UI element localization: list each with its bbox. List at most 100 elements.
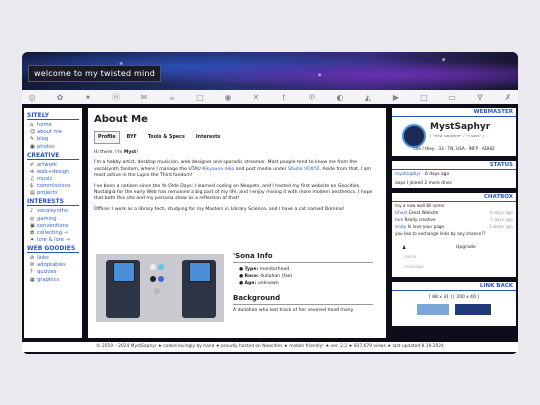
nav-icon: ☺ — [30, 129, 36, 136]
social-link-icon[interactable]: ▭ — [446, 93, 458, 102]
sidebar-item-label: lore & lore → — [37, 237, 70, 244]
sidebar-item-projects[interactable]: ▤ projects — [30, 190, 79, 196]
sidebar-item-artwork[interactable]: ✐ artwork — [30, 162, 79, 168]
sidebar-item-conventions[interactable]: ▣ conventions — [30, 223, 79, 229]
sidebar-item-blog[interactable]: ✎ blog — [30, 136, 79, 142]
sitely-heading: SITELY — [27, 112, 79, 120]
sidebar-item-label: about me — [37, 129, 62, 136]
sidebar-item-label: links — [37, 255, 49, 262]
sidebar-item-collecting--[interactable]: ✿ collecting → — [30, 230, 79, 236]
sidebar-item-label: music — [37, 175, 53, 182]
social-link-icon[interactable]: Ɐ — [474, 93, 486, 102]
social-link-icon[interactable]: ✕ — [250, 93, 262, 102]
sidebar-item-label: quizzes — [37, 269, 57, 276]
main-content: About Me Profile BYF Tools & Specs Inter… — [88, 108, 386, 338]
avatar — [402, 124, 426, 148]
site-footer: © 2019 – 2024 MystSaphyr ★ coded lovingl… — [22, 342, 518, 352]
tab-bar: Profile BYF Tools & Specs Interests — [94, 131, 380, 144]
sidebar-item-lore---lore--[interactable]: ✦ lore & lore → — [30, 237, 79, 243]
sidebar-nav: SITELY ⌂ home ☺ about me ✎ blog ▣ photos CREATI… — [24, 108, 82, 338]
sidebar-item-web+design[interactable]: ✢ web+design — [30, 169, 79, 175]
nav-icon: ✿ — [30, 229, 35, 236]
social-link-icon[interactable]: ✉ — [138, 93, 150, 102]
chat-list[interactable]: my a now wall 8il some Ghost Great Websit… — [392, 202, 516, 237]
social-link-icon[interactable]: ◎ — [26, 93, 38, 102]
sidebar-item-about-me[interactable]: ☺ about me — [30, 129, 79, 135]
name-field[interactable]: name — [404, 255, 416, 260]
tab-byf[interactable]: BYF — [123, 131, 141, 144]
sidebar-item-music[interactable]: ♫ music — [30, 176, 79, 182]
sidebar-item-label: graphics — [37, 276, 60, 283]
sidebar-item-home[interactable]: ⌂ home — [30, 122, 79, 128]
nav-icon: ▤ — [30, 190, 35, 197]
user-icon: ♟ — [402, 245, 407, 251]
sidebar-item-commissions[interactable]: $ commissions — [30, 183, 79, 189]
webmaster-name: MystSaphyr — [430, 122, 491, 132]
social-icon-bar: ◎ ✿ ✦ ⓜ ✉ ☕ ▢ ◉ ✕ t ℗ ◐ ◭ ▶ □ ▭ Ɐ ✗ — [22, 90, 518, 104]
social-link-icon[interactable]: ☕ — [166, 93, 178, 102]
sidebar-item-label: artwork — [37, 161, 57, 168]
nav-icon: ▦ — [30, 276, 35, 283]
social-link-icon[interactable]: ▢ — [194, 93, 206, 102]
upgrade-link[interactable]: Upgrade — [456, 245, 476, 250]
sidebar-item-photos[interactable]: ▣ photos — [30, 144, 79, 150]
sidebar-item-gaming[interactable]: ◎ gaming — [30, 216, 79, 222]
sidebar-item-links[interactable]: ⊘ links — [30, 255, 79, 261]
sidebar-item-vocalsynths[interactable]: ♪ vocalsynths — [30, 208, 79, 214]
nav-icon: ? — [30, 269, 33, 276]
social-link-icon[interactable]: □ — [418, 93, 430, 102]
nav-icon: ⊘ — [30, 255, 35, 262]
social-link-icon[interactable]: t — [278, 93, 290, 102]
nav-icon: ▣ — [30, 143, 35, 150]
social-link-icon[interactable]: ◐ — [334, 93, 346, 102]
nav-icon: ✦ — [30, 237, 35, 244]
sidebar-item-label: projects — [37, 190, 58, 197]
background-text: A dullahan who lost track of her severed… — [233, 308, 354, 313]
message-field[interactable]: message — [404, 265, 424, 270]
nav-icon: ✢ — [30, 168, 35, 175]
page-title: About Me — [94, 114, 148, 125]
studio-voxyz-link[interactable]: Studio VOXYZ — [288, 167, 320, 172]
social-link-icon[interactable]: ✦ — [82, 93, 94, 102]
kikyoune-aiko-link[interactable]: Kikyoune Aiko — [202, 167, 234, 172]
tab-profile[interactable]: Profile — [94, 131, 120, 144]
tab-interests[interactable]: Interests — [192, 131, 224, 144]
interests-heading: INTERESTS — [27, 198, 79, 207]
social-link-icon[interactable]: ◉ — [222, 93, 234, 102]
monitor-head — [113, 262, 135, 282]
site-frame: welcome to my twisted mind ◎ ✿ ✦ ⓜ ✉ ☕ ▢ ◉ ✕ t ℗ ◐ ◭… — [22, 52, 518, 354]
color-swatch — [158, 276, 164, 282]
social-link-icon[interactable]: ▶ — [390, 93, 402, 102]
tab-tools-specs[interactable]: Tools & Specs — [144, 131, 189, 144]
88x31-button[interactable] — [417, 304, 449, 315]
sidebar-item-label: adoptables — [37, 262, 66, 269]
sidebar-item-label: photos — [37, 143, 55, 150]
nav-icon: ✎ — [30, 136, 35, 143]
link-back-heading: LINK BACK — [392, 282, 516, 291]
social-link-icon[interactable]: ✿ — [54, 93, 66, 102]
sidebar-item-quizzes[interactable]: ? quizzes — [30, 269, 79, 275]
social-link-icon[interactable]: ℗ — [306, 93, 318, 102]
color-swatch — [158, 264, 164, 270]
chat-message: scuty hi love your page 1 week ago — [395, 224, 513, 229]
sidebar-item-label: home — [37, 122, 52, 128]
sidebar-item-graphics[interactable]: ▦ graphics — [30, 277, 79, 283]
webmaster-card: WEBMASTER MystSaphyr ( "mist sapphire" /… — [392, 108, 516, 156]
persona-artwork — [96, 254, 224, 322]
right-column: WEBMASTER MystSaphyr ( "mist sapphire" /… — [392, 108, 516, 331]
color-swatch — [150, 276, 156, 282]
social-link-icon[interactable]: ◭ — [362, 93, 374, 102]
site-title: welcome to my twisted mind — [28, 65, 161, 82]
greeting-text: Hi there, I'm Myst! — [94, 150, 139, 155]
sona-info: 'Sona Info ● Type: monitorhead ● Race: d… — [233, 252, 373, 315]
status-card: STATUS mystsaphyr · 6 days ago oops I jo… — [392, 161, 516, 188]
sidebar-item-label: blog — [37, 136, 49, 143]
social-link-icon[interactable]: ✗ — [502, 93, 514, 102]
intro-paragraph: I'm a hobby artist, desktop musician, we… — [94, 160, 372, 179]
color-swatch — [154, 288, 160, 294]
200x40-button[interactable] — [455, 304, 491, 315]
chat-message: my a now wall 8il some — [395, 203, 445, 208]
sona-title: 'Sona Info — [233, 252, 373, 263]
sidebar-item-adoptables[interactable]: ✉ adoptables — [30, 262, 79, 268]
social-link-icon[interactable]: ⓜ — [110, 92, 122, 103]
